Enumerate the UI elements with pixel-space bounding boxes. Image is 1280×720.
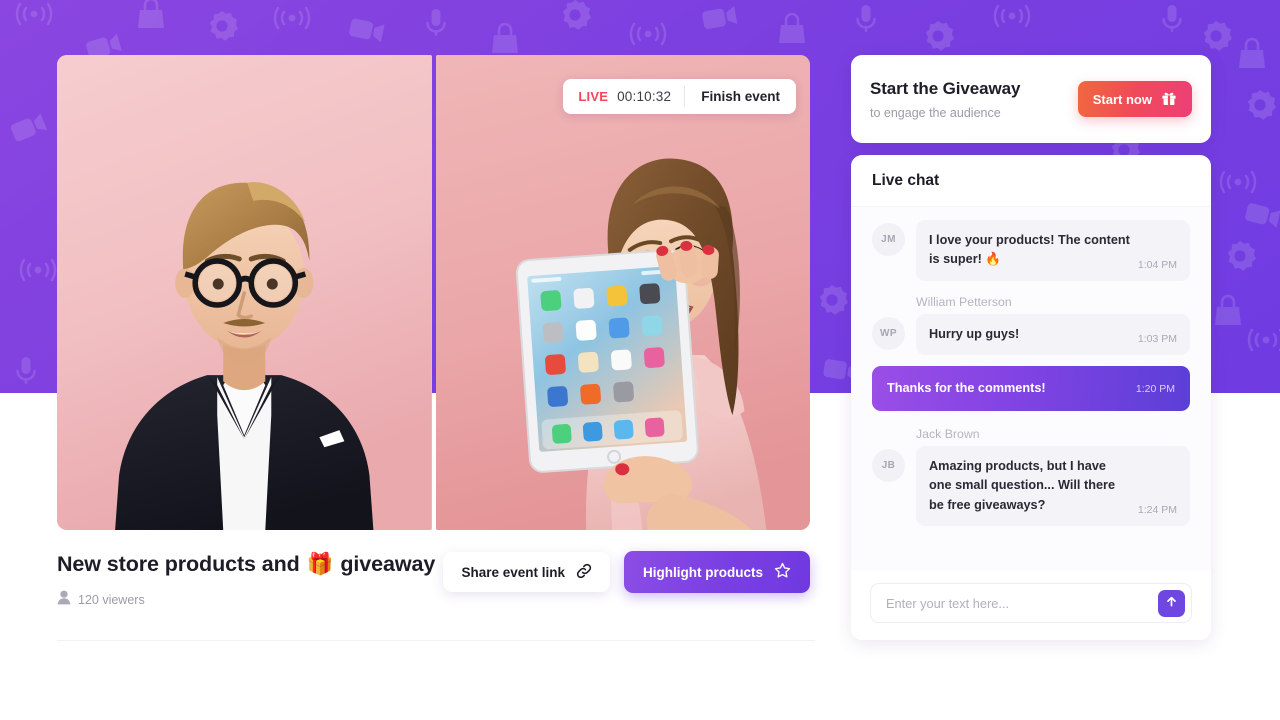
avatar: JM [872,223,905,256]
viewers-count: 120 viewers [57,590,435,610]
start-now-label: Start now [1092,91,1152,107]
gift-icon [1161,90,1177,109]
page-title: New store products and 🎁 giveaway [57,552,435,577]
start-giveaway-button[interactable]: Start now [1077,81,1192,117]
person-icon [57,590,71,610]
chat-message-group: Jack Brown JB Amazing products, but I ha… [872,420,1190,527]
finish-event-button[interactable]: Finish event [685,79,796,114]
message-bubble: Amazing products, but I have one small q… [916,446,1190,527]
event-header-row: New store products and 🎁 giveaway 120 vi… [57,548,810,610]
message-sender: Jack Brown [916,427,980,442]
chat-input[interactable] [886,595,1158,611]
highlight-products-button[interactable]: Highlight products [624,551,810,593]
event-title-text-before: New store products and [57,552,300,576]
star-icon [774,562,791,582]
event-title-text-after: giveaway [340,552,436,576]
link-icon [576,563,592,582]
giveaway-card: Start the Giveaway to engage the audienc… [851,55,1211,143]
share-label: Share event link [461,564,566,580]
live-badge-label: LIVE [578,89,609,104]
message-time: 1:03 PM [1137,332,1177,345]
giveaway-title: Start the Giveaway [870,78,1021,98]
message-time: 1:24 PM [1137,504,1177,517]
message-bubble-outgoing: Thanks for the comments! 1:20 PM [872,365,1190,412]
giveaway-subtitle: to engage the audience [870,105,1001,120]
live-timer: 00:10:32 [617,89,672,104]
live-status-pill: LIVE 00:10:32 Finish event [563,79,796,114]
share-event-link-button[interactable]: Share event link [443,552,611,592]
chat-message: JM I love your products! The content is … [872,220,1190,281]
chat-message-group: William Petterson WP Hurry up guys! 1:03… [872,288,1190,355]
chat-message-list[interactable]: JM I love your products! The content is … [851,207,1211,571]
chat-header: Live chat [851,155,1211,207]
arrow-up-icon [1165,595,1178,611]
message-text: Thanks for the comments! [887,380,1046,395]
video-tile-presenter-male[interactable] [57,55,432,530]
content-divider [57,640,815,641]
message-time: 1:20 PM [1135,382,1175,395]
message-bubble: Hurry up guys! 1:03 PM [916,313,1190,355]
live-event-page: LIVE 00:10:32 Finish event New store pro… [0,0,1280,720]
send-message-button[interactable] [1158,589,1185,617]
giveaway-text-group: Start the Giveaway to engage the audienc… [870,79,1020,120]
chat-header-title: Live chat [872,171,940,189]
highlight-label: Highlight products [643,564,763,580]
message-time: 1:04 PM [1137,258,1177,271]
event-title-group: New store products and 🎁 giveaway 120 vi… [57,548,435,610]
avatar: JB [872,449,905,483]
video-stage: LIVE 00:10:32 Finish event [57,55,810,530]
message-sender: William Petterson [916,294,1012,309]
video-tile-presenter-female[interactable]: LIVE 00:10:32 Finish event [435,55,810,530]
gift-emoji-icon: 🎁 [306,552,334,576]
event-actions: Share event link Highlight products [443,548,810,593]
chat-message: WP Hurry up guys! 1:03 PM [872,313,1190,355]
live-timer-group: LIVE 00:10:32 [563,79,684,114]
chat-message-outgoing: Thanks for the comments! 1:20 PM [872,365,1190,412]
message-bubble: I love your products! The content is sup… [916,220,1190,281]
chat-composer-area [851,571,1211,640]
chat-message: JB Amazing products, but I have one smal… [872,446,1190,527]
avatar: WP [872,316,905,350]
chat-composer[interactable] [870,583,1192,623]
viewers-label: 120 viewers [78,593,145,607]
live-chat-card: Live chat JM I love your products! The c… [851,155,1211,640]
